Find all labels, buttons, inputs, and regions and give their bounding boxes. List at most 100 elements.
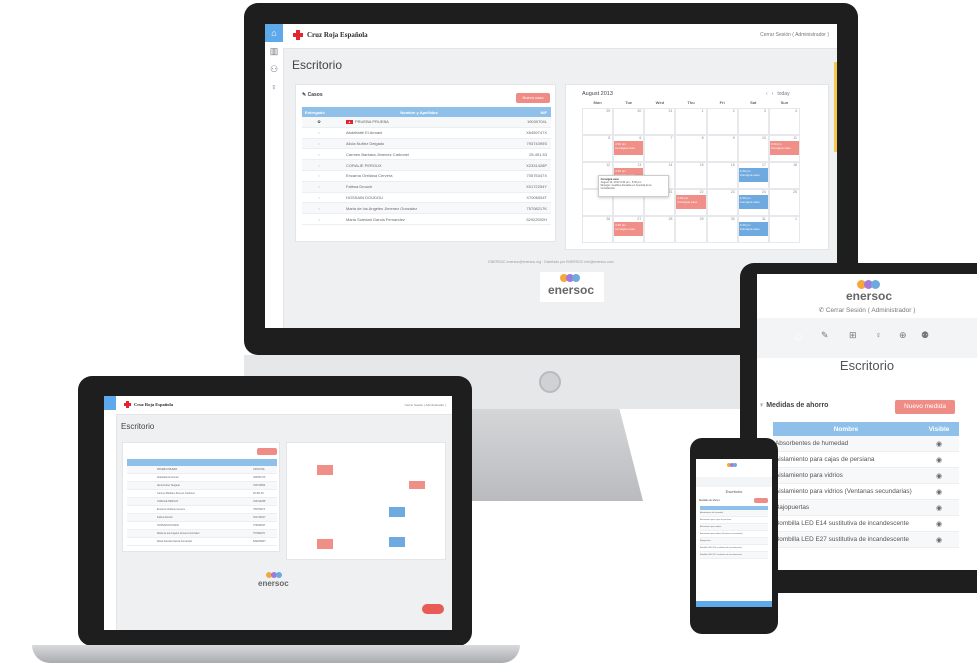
phone-measure-row[interactable]: Bombilla LED E27 sustitutiva de incandes… [700,552,768,559]
calendar-day-cell[interactable]: 18 [768,162,800,189]
delivered-radio[interactable]: ○ [302,152,336,157]
measure-row[interactable]: Aislamiento para vidrios ◉ [773,468,959,484]
tablet-logout-link[interactable]: ✆ Cerrar Sesión ( Administrador ) [757,306,977,314]
delivered-radio[interactable]: ○ [302,206,336,211]
calendar-event[interactable]: 4:30 pmConsigna caso [614,222,644,236]
laptop-table-row[interactable]: Maria de los Angeles Jimenez Gonzalez 757… [127,530,277,538]
calendar-day-cell[interactable]: 26 [582,216,614,243]
sidebar-bulb-icon[interactable]: ♀ [265,78,283,96]
visible-eye-icon[interactable]: ◉ [919,472,959,480]
calendar-day-cell[interactable]: 30 [613,108,645,135]
measure-row[interactable]: Absorbentes de humedad ◉ [773,436,959,452]
table-row[interactable]: ○ Fatima Drouch X0172254Y [302,181,551,193]
visible-eye-icon[interactable]: ◉ [919,488,959,496]
measure-row[interactable]: Aislamiento para vidrios (Ventanas secun… [773,484,959,500]
calendar-day-cell[interactable]: 7 [644,135,676,162]
calendar-day-cell[interactable]: 25 [768,189,800,216]
users-icon[interactable]: ⚉ [921,330,929,341]
calendar-event[interactable]: 4:30 pmConsigna caso [738,195,768,209]
sidebar-home-icon[interactable]: ⌂ [265,24,283,42]
calendar-day-cell[interactable]: 29 [582,108,614,135]
calendar-event[interactable]: 4:30 pmConsigna caso [738,222,768,236]
laptop-floating-button[interactable] [422,604,444,614]
delivered-radio[interactable]: ○ [302,130,336,135]
table-row[interactable]: ○ HOSSAIN DOUDOU X7006054T [302,193,551,204]
calendar-day-cell[interactable]: 10 [737,135,769,162]
laptop-table-row[interactable]: Abdelfatté El Amrani X6459747X [127,474,277,482]
calendar-prev-button[interactable]: ‹ [766,91,768,97]
laptop-table-row[interactable]: Alicia Nuñez Delgado 79374395S [127,482,277,490]
calendar-today-button[interactable]: today [777,91,789,97]
calendar-event[interactable]: 4:30 pmConsigna caso [738,168,768,182]
table-row[interactable]: ○ Maria Soledad Garcia Fernandez 52922592H [302,214,551,225]
visible-eye-icon[interactable]: ◉ [919,504,959,512]
laptop-table-row[interactable]: Encarna Orellana Cervera 70575347X [127,506,277,514]
calendar-day-cell[interactable]: 23 [706,189,738,216]
table-row[interactable]: ○ CORALIE PEROUX X2331428P [302,160,551,171]
laptop-home-icon[interactable] [104,396,116,410]
calendar-day-cell[interactable]: 16 [706,162,738,189]
phone-measure-row[interactable]: Absorbentes de humedad [700,510,768,517]
delivered-radio[interactable]: ○ [302,173,336,178]
calendar-day-cell[interactable]: 1 [768,216,800,243]
table-row[interactable]: ○ Carmen Barbara Jimenez Carbonel 25.451.5… [302,149,551,161]
table-row[interactable]: ○ Maria de los Angeles Jimenez Gonzalez 75… [302,203,551,215]
table-row[interactable]: ○ Alicia Nuñez Delgado 79374395S [302,138,551,150]
measure-row[interactable]: Bombilla LED E27 sustitutiva de incandes… [773,532,959,548]
phone-measure-row[interactable]: Bajopuertas [700,538,768,545]
visible-eye-icon[interactable]: ◉ [919,536,959,544]
logout-link[interactable]: Cerrar Sesión ( Administrador ) [760,32,829,38]
laptop-table-row[interactable]: Fatima Drouch X0172254Y [127,514,277,522]
laptop-table-row[interactable]: Carmen Barbara Jimenez Carbonel 25.451.53 [127,490,277,498]
delivered-radio[interactable]: ○ [302,217,336,222]
phone-measure-row[interactable]: Bombilla LED E14 sustitutiva de incandes… [700,545,768,552]
delivered-radio[interactable]: ○ [302,195,336,200]
table-row[interactable]: ○ Abdelfatté El Amrani X6459747X [302,128,551,139]
calendar-day-cell[interactable]: 4 [768,108,800,135]
delivered-radio[interactable]: ○ [302,184,336,189]
calendar-event[interactable]: 4:30 pmConsigna caso [769,141,799,155]
laptop-table-row[interactable]: CORALIE PEROUX X2331428P [127,498,277,506]
new-measure-button[interactable]: Nuevo medida [895,400,955,414]
calendar-day-cell[interactable]: 8 [675,135,707,162]
calendar-day-cell[interactable]: 30 [706,216,738,243]
measure-row[interactable]: Aislamiento para cajas de persiana ◉ [773,452,959,468]
calendar-day-cell[interactable]: 28 [644,216,676,243]
delivered-radio[interactable]: ○ [302,141,336,146]
calendar-day-cell[interactable]: 1 [675,108,707,135]
visible-eye-icon[interactable]: ◉ [919,440,959,448]
measure-row[interactable]: Bajopuertas ◉ [773,500,959,516]
delivered-radio[interactable]: ✿ [302,119,336,124]
plus-circle-icon[interactable]: ⊕ [899,330,907,341]
calendar-event[interactable]: 4:30 pmConsigna caso [676,195,706,209]
sidebar-building-icon[interactable]: ▥ [265,42,283,60]
calendar-day-cell[interactable]: 2 [706,108,738,135]
delivered-radio[interactable]: ○ [302,163,336,168]
sidebar-user-icon[interactable]: ⚇ [265,60,283,78]
wrench-icon[interactable]: ✎ [821,330,829,341]
phone-measure-row[interactable]: Aislamiento para vidrios [700,524,768,531]
laptop-table-row[interactable]: HOSSAIN DOUDOU X7006054T [127,522,277,530]
phone-measure-row[interactable]: Aislamiento para vidrios (Ventanas secun… [700,531,768,538]
laptop-table-row[interactable]: Maria Soledad Garcia Fernandez 52922592H [127,538,277,546]
visible-eye-icon[interactable]: ◉ [919,456,959,464]
bulb-icon[interactable]: ♀ [875,330,882,340]
phone-measure-row[interactable]: Aislamiento para cajas de persiana [700,517,768,524]
calendar-day-cell[interactable]: 3 [737,108,769,135]
table-row[interactable]: ○ Encarna Orellana Cervera 70575347X [302,171,551,182]
new-case-button[interactable]: Nuevo caso [516,93,550,103]
calendar-day-cell[interactable]: 31 [644,108,676,135]
laptop-table-row[interactable]: PRUEBA PRUEBA 19030704L [127,466,277,474]
calendar-day-cell[interactable]: 5 [582,135,614,162]
calendar-day-cell[interactable]: 15 [675,162,707,189]
measure-row[interactable]: Bombilla LED E14 sustitutiva de incandes… [773,516,959,532]
visible-eye-icon[interactable]: ◉ [919,520,959,528]
table-row[interactable]: ✿ ▲ PRUEBA PRUEBA 19030704L [302,117,551,128]
home-icon[interactable]: ⌂ [787,324,811,348]
calendar-day-cell[interactable]: 9 [706,135,738,162]
calendar-next-button[interactable]: › [772,91,774,97]
phone-home-icon[interactable] [706,478,714,486]
puzzle-icon[interactable]: ⊞ [849,330,857,341]
calendar-event[interactable]: 4:30 pmConsigna caso [614,141,644,155]
calendar-day-cell[interactable]: 29 [675,216,707,243]
